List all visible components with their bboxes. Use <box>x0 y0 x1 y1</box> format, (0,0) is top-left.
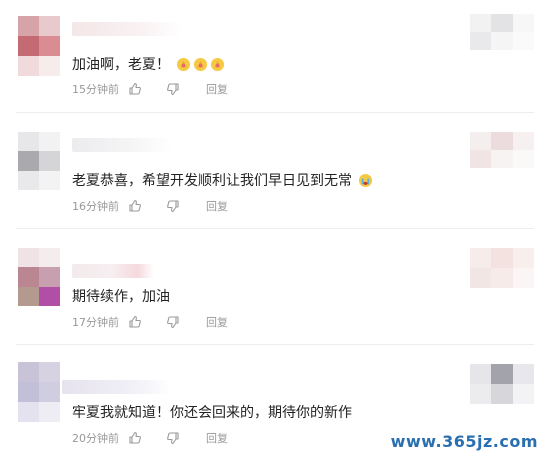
timestamp: 15分钟前 <box>72 83 119 96</box>
thumbs-down-icon <box>167 83 179 96</box>
thumbs-up-icon <box>129 431 141 444</box>
avatar[interactable] <box>18 132 60 190</box>
dislike-button[interactable] <box>166 81 204 97</box>
thumbs-up-icon <box>129 82 141 95</box>
like-button[interactable] <box>128 430 166 446</box>
username-blurred[interactable] <box>72 264 154 278</box>
reply-button[interactable]: 回复 <box>206 81 228 97</box>
dislike-button[interactable] <box>166 430 204 446</box>
like-button[interactable] <box>128 314 166 330</box>
thumbs-up-icon <box>129 315 141 328</box>
like-button[interactable] <box>128 81 166 97</box>
avatar[interactable] <box>18 248 60 306</box>
reply-button[interactable]: 回复 <box>206 198 228 214</box>
comment-meta: 16分钟前 回复 <box>72 198 228 214</box>
username-blurred[interactable] <box>62 380 170 394</box>
avatar[interactable] <box>18 16 60 76</box>
comment-meta: 17分钟前 回复 <box>72 314 228 330</box>
comment-text-content: 加油啊，老夏！ <box>72 57 170 73</box>
praying-hands-emoji <box>177 57 191 72</box>
praying-hands-emoji <box>194 57 208 72</box>
comment-text-content: 牢夏我就知道！你还会回来的，期待你的新作 <box>72 405 352 421</box>
divider <box>16 344 534 345</box>
dislike-button[interactable] <box>166 314 204 330</box>
comment-text: 加油啊，老夏！ <box>72 54 225 74</box>
reply-button[interactable]: 回复 <box>206 314 228 330</box>
attachment-thumbnail[interactable] <box>470 248 534 288</box>
crying-face-emoji <box>359 173 373 188</box>
comment-text: 牢夏我就知道！你还会回来的，期待你的新作 <box>72 402 352 422</box>
thumbs-up-icon <box>129 199 141 212</box>
comment-text: 老夏恭喜，希望开发顺利让我们早日见到无常 <box>72 170 373 190</box>
timestamp: 17分钟前 <box>72 316 119 329</box>
praying-hands-emoji <box>211 57 225 72</box>
timestamp: 20分钟前 <box>72 432 119 445</box>
comment-text: 期待续作，加油 <box>72 286 170 306</box>
attachment-thumbnail[interactable] <box>470 14 534 50</box>
reply-button[interactable]: 回复 <box>206 430 228 446</box>
like-button[interactable] <box>128 198 166 214</box>
site-watermark: www.365jz.com <box>390 432 538 451</box>
avatar[interactable] <box>18 362 60 422</box>
username-blurred[interactable] <box>72 138 172 152</box>
comment-text-content: 期待续作，加油 <box>72 289 170 305</box>
attachment-thumbnail[interactable] <box>470 364 534 404</box>
comment-meta: 15分钟前 回复 <box>72 81 228 97</box>
username-blurred[interactable] <box>72 22 182 36</box>
divider <box>16 228 534 229</box>
thumbs-down-icon <box>167 200 179 213</box>
comment-text-content: 老夏恭喜，希望开发顺利让我们早日见到无常 <box>72 173 352 189</box>
thumbs-down-icon <box>167 432 179 445</box>
attachment-thumbnail[interactable] <box>470 132 534 168</box>
thumbs-down-icon <box>167 316 179 329</box>
comment-meta: 20分钟前 回复 <box>72 430 228 446</box>
dislike-button[interactable] <box>166 198 204 214</box>
divider <box>16 112 534 113</box>
timestamp: 16分钟前 <box>72 200 119 213</box>
